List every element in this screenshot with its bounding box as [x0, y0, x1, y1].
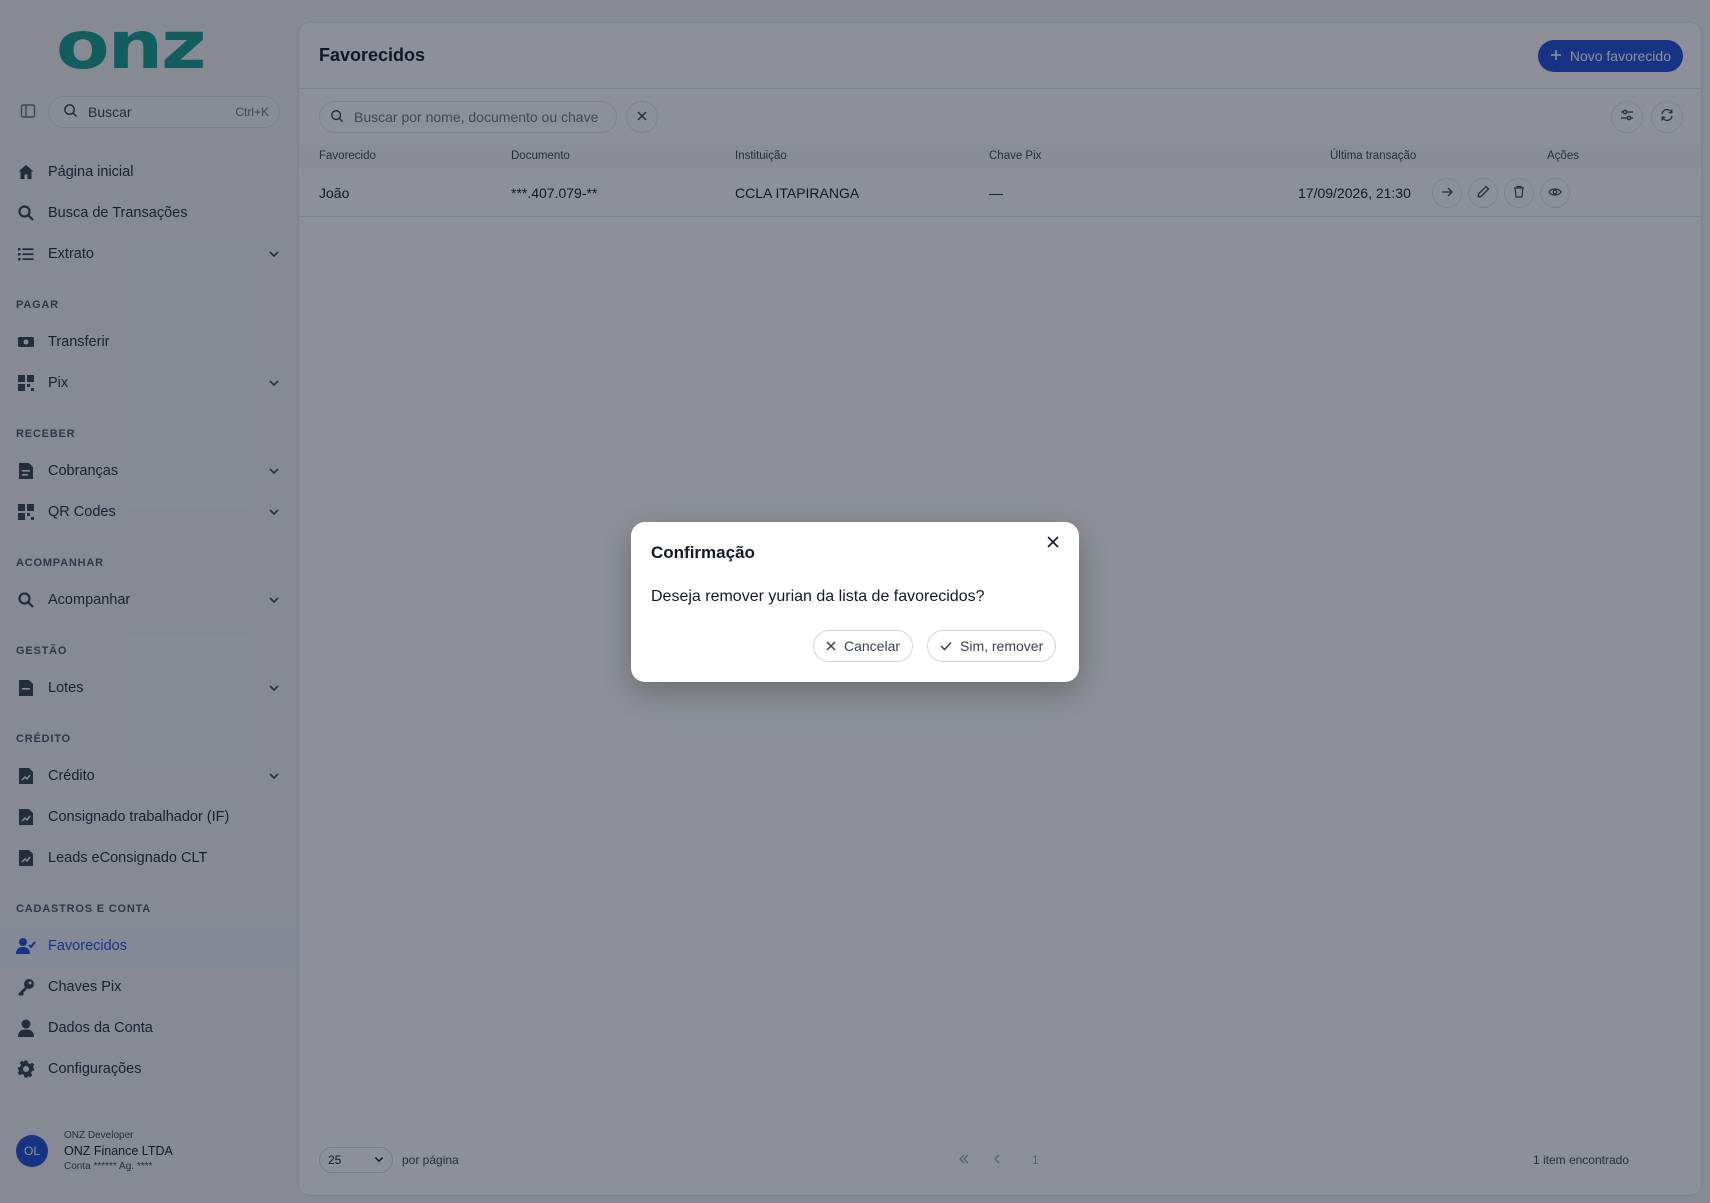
close-icon [826, 638, 836, 654]
confirmation-dialog: Confirmação Deseja remover yurian da lis… [631, 522, 1079, 682]
close-icon [1047, 535, 1059, 553]
app: onz Buscar Ctrl+K Página inicial Busca d… [0, 0, 1710, 1203]
dialog-title: Confirmação [651, 543, 755, 562]
dialog-message: Deseja remover yurian da lista de favore… [651, 588, 985, 605]
cancel-button[interactable]: Cancelar [813, 630, 914, 662]
close-dialog-button[interactable] [1043, 534, 1063, 554]
confirm-remove-button[interactable]: Sim, remover [927, 630, 1057, 662]
check-icon [940, 638, 952, 654]
